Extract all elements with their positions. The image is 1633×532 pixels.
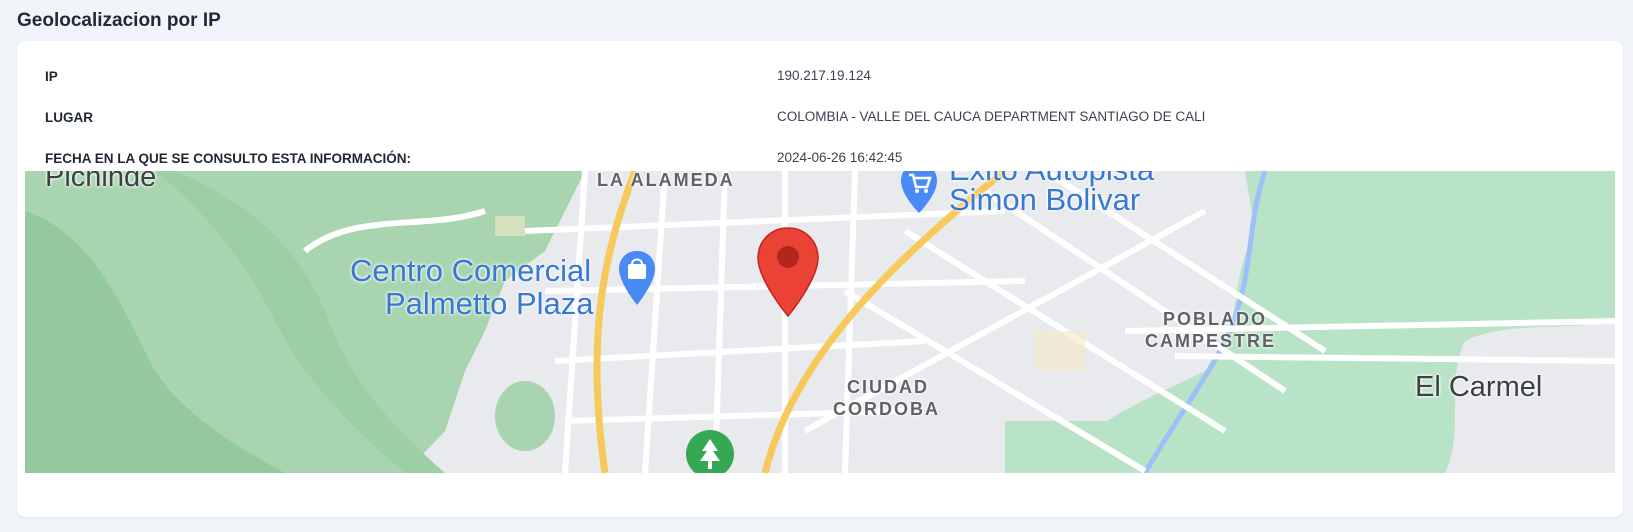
map-view[interactable]: Pichinde LA ALAMEDA Exito Autopista Simo… — [25, 171, 1615, 473]
place-row: LUGAR COLOMBIA - VALLE DEL CAUCA DEPARTM… — [17, 98, 1623, 138]
ip-label: IP — [45, 69, 58, 84]
map-label-centro-line2: Palmetto Plaza — [385, 286, 594, 321]
map-label-el-carmel: El Carmel — [1415, 371, 1543, 403]
ip-value: 190.217.19.124 — [777, 68, 871, 83]
map-label-la-alameda: LA ALAMEDA — [597, 171, 735, 190]
geolocation-card: IP 190.217.19.124 LUGAR COLOMBIA - VALLE… — [17, 41, 1623, 517]
place-value: COLOMBIA - VALLE DEL CAUCA DEPARTMENT SA… — [777, 109, 1206, 124]
date-label: FECHA EN LA QUE SE CONSULTO ESTA INFORMA… — [45, 151, 412, 166]
place-label: LUGAR — [45, 110, 93, 125]
date-value: 2024-06-26 16:42:45 — [777, 150, 903, 165]
map-label-exito-line2: Simon Bolivar — [949, 182, 1141, 217]
shopping-bag-icon[interactable] — [617, 249, 657, 311]
location-pin-icon[interactable] — [756, 226, 820, 318]
map-label-centro-line1: Centro Comercial — [350, 253, 592, 288]
shopping-cart-icon[interactable] — [899, 171, 939, 217]
map-label-poblado-line1: POBLADO — [1163, 309, 1267, 329]
map-label-pichinde: Pichinde — [45, 171, 157, 193]
map-canvas[interactable] — [25, 171, 1615, 473]
page-title: Geolocalizacion por IP — [17, 10, 221, 31]
map-label-ciudad-line2: CORDOBA — [833, 399, 940, 419]
map-label-poblado-line2: CAMPESTRE — [1145, 331, 1277, 351]
ip-row: IP 190.217.19.124 — [17, 57, 1623, 97]
tree-icon[interactable] — [685, 429, 735, 473]
map-label-ciudad-line1: CIUDAD — [847, 377, 929, 397]
